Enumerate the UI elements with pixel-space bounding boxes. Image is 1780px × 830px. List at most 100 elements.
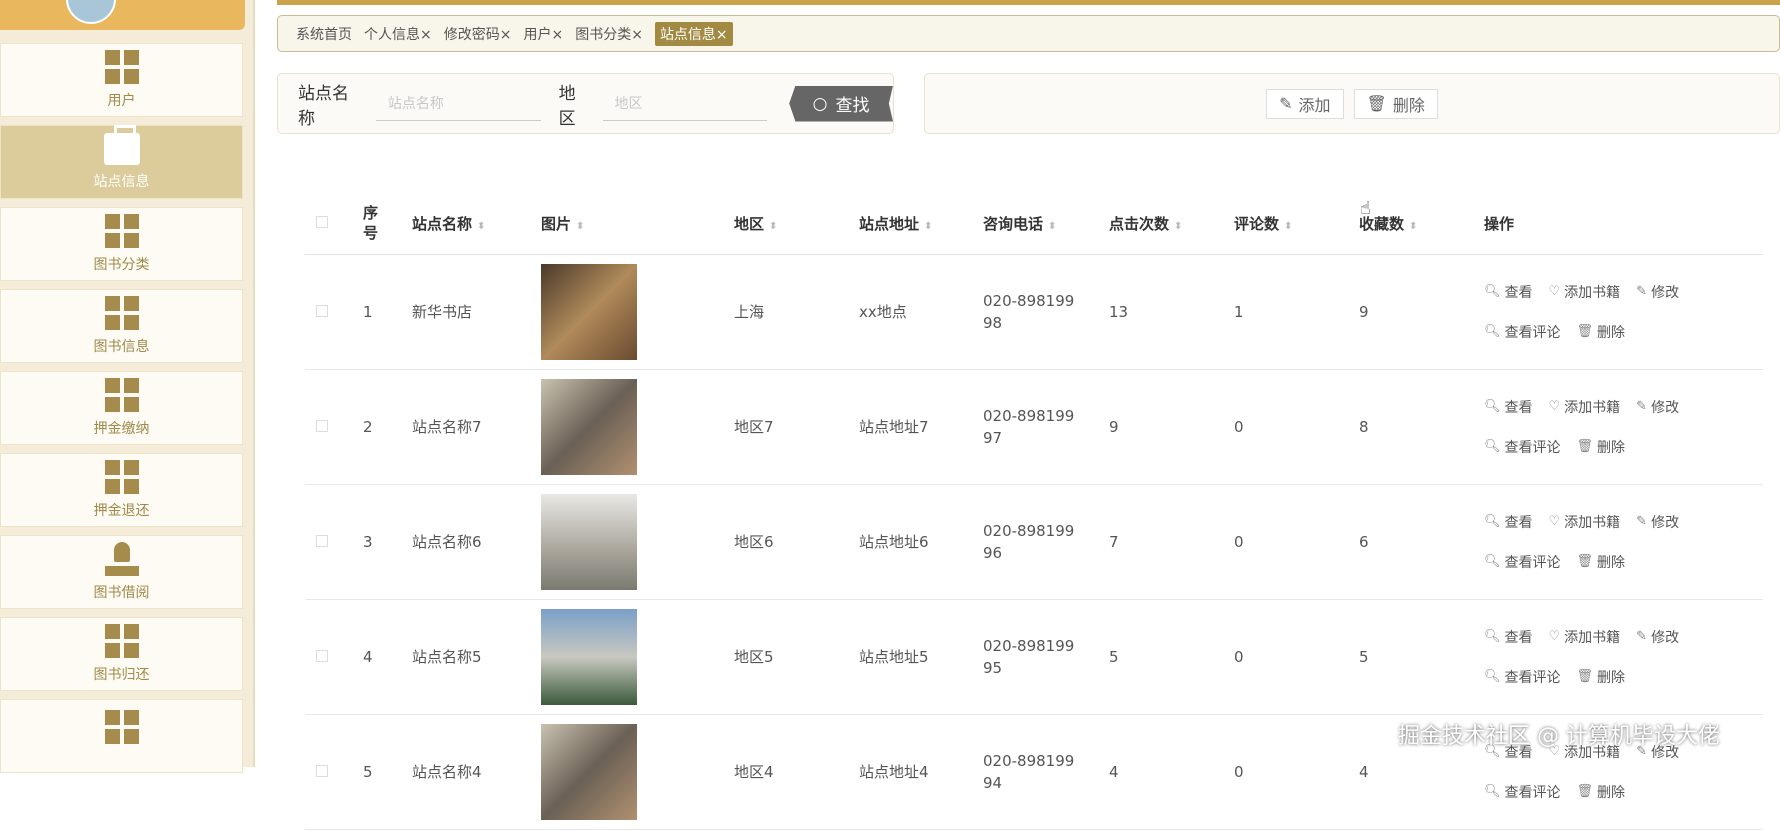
sort-icon[interactable]: ⬍	[924, 221, 932, 232]
avatar[interactable]	[66, 0, 116, 24]
grid-icon	[104, 624, 139, 658]
sidebar-item-label: 站点信息	[93, 174, 150, 190]
sort-icon[interactable]: ⬍	[1409, 221, 1417, 232]
delete-row-button[interactable]: 🗑 删除	[1577, 667, 1626, 687]
cell-no: 3	[363, 484, 412, 600]
table-row: 1 新华书店 上海 xx地点 020-89819998 13 1 9 🔍︎ 查看 ♡ 添加书籍 ✎…	[305, 254, 1763, 370]
add-books-button[interactable]: ♡ 添加书籍	[1549, 397, 1621, 417]
view-comments-button[interactable]: 🔍︎ 查看评论	[1484, 437, 1561, 457]
site-photo[interactable]	[541, 493, 637, 590]
sidebar-item[interactable]	[0, 699, 243, 773]
add-books-button[interactable]: ♡ 添加书籍	[1549, 512, 1621, 532]
grid-icon	[104, 460, 139, 494]
site-photo[interactable]	[541, 263, 637, 360]
sidebar-item[interactable]: 图书信息	[0, 289, 243, 363]
cell-address: 站点地址6	[859, 484, 983, 600]
edit-button[interactable]: ✎ 修改	[1636, 282, 1679, 302]
sort-icon[interactable]: ⬍	[576, 221, 584, 232]
tab[interactable]: 修改密码×	[444, 24, 512, 44]
sidebar-item[interactable]: 用户	[0, 43, 243, 117]
sidebar-item[interactable]: 图书借阅	[0, 535, 243, 609]
row-checkbox[interactable]	[316, 304, 328, 317]
grid-icon	[104, 214, 139, 248]
site-photo[interactable]	[541, 378, 637, 475]
cell-no: 5	[363, 714, 412, 830]
column-header[interactable]: 点击次数 ⬍	[1109, 193, 1234, 255]
sidebar-item[interactable]: 图书归还	[0, 617, 243, 691]
cell-clicks: 13	[1109, 254, 1234, 370]
cell-phone: 020-89819994	[983, 714, 1109, 830]
column-header[interactable]: 图片 ⬍	[541, 193, 734, 255]
delete-row-button[interactable]: 🗑 删除	[1577, 782, 1626, 802]
add-books-button[interactable]: ♡ 添加书籍	[1549, 282, 1621, 302]
op-label: 删除	[1597, 669, 1626, 686]
column-label: 图片	[541, 214, 572, 233]
sort-icon[interactable]: ⬍	[769, 221, 777, 232]
table-row: 4 站点名称5 地区5 站点地址5 020-89819995 5 0 5 🔍︎ 查看 ♡ 添加书籍…	[305, 599, 1763, 715]
cell-clicks: 7	[1109, 484, 1234, 600]
sidebar-item[interactable]: 图书分类	[0, 207, 243, 281]
sidebar-item[interactable]: 押金缴纳	[0, 371, 243, 445]
cell-no: 2	[363, 369, 412, 485]
tab[interactable]: 系统首页	[296, 24, 352, 44]
add-button[interactable]: ✎ 添加	[1266, 88, 1344, 119]
row-checkbox[interactable]	[316, 649, 328, 662]
view-comments-button[interactable]: 🔍︎ 查看评论	[1484, 552, 1561, 572]
phone-text: 020-89819995	[983, 636, 1075, 677]
row-checkbox[interactable]	[316, 764, 328, 777]
column-header[interactable]: 站点名称 ⬍	[412, 193, 541, 255]
tab[interactable]: 用户×	[523, 24, 563, 44]
op-label: 修改	[1651, 284, 1680, 301]
tab[interactable]: 站点信息×	[654, 21, 733, 46]
row-checkbox[interactable]	[316, 534, 328, 547]
region-search-input[interactable]: 地区	[602, 87, 768, 121]
stamp-icon	[104, 542, 139, 576]
sidebar-item[interactable]: 站点信息	[0, 125, 243, 199]
phone-text: 020-89819997	[983, 406, 1075, 447]
cell-address: xx地点	[859, 254, 983, 370]
view-button[interactable]: 🔍︎ 查看	[1484, 627, 1533, 647]
find-button[interactable]: ○ 查找	[789, 85, 893, 122]
add-books-button[interactable]: ♡ 添加书籍	[1549, 627, 1621, 647]
view-button[interactable]: 🔍︎ 查看	[1484, 512, 1533, 532]
column-header[interactable]: 地区 ⬍	[734, 193, 859, 255]
name-search-input[interactable]: 站点名称	[375, 87, 541, 121]
edit-icon: ✎	[1636, 629, 1648, 644]
delete-row-button[interactable]: 🗑 删除	[1577, 552, 1626, 572]
sidebar-item[interactable]: 押金退还	[0, 453, 243, 527]
column-header[interactable]: 咨询电话 ⬍	[983, 193, 1109, 255]
site-photo[interactable]	[541, 608, 637, 705]
view-comments-button[interactable]: 🔍︎ 查看评论	[1484, 667, 1561, 687]
cell-name: 站点名称5	[412, 599, 541, 715]
sort-icon[interactable]: ⬍	[1048, 221, 1056, 232]
cell-region: 地区6	[734, 484, 859, 600]
site-photo[interactable]	[541, 723, 637, 820]
op-label: 查看	[1504, 629, 1533, 646]
column-header[interactable]: 评论数 ⬍	[1234, 193, 1359, 255]
delete-button[interactable]: 🗑 删除	[1353, 88, 1438, 119]
tab[interactable]: 个人信息×	[364, 24, 432, 44]
view-comments-button[interactable]: 🔍︎ 查看评论	[1484, 782, 1561, 802]
edit-button[interactable]: ✎ 修改	[1636, 512, 1679, 532]
heart-icon: ♡	[1548, 399, 1561, 414]
view-button[interactable]: 🔍︎ 查看	[1484, 397, 1533, 417]
edit-button[interactable]: ✎ 修改	[1636, 627, 1679, 647]
edit-button[interactable]: ✎ 修改	[1636, 397, 1679, 417]
delete-row-button[interactable]: 🗑 删除	[1577, 322, 1626, 342]
tab[interactable]: 图书分类×	[575, 24, 643, 44]
sort-icon[interactable]: ⬍	[1174, 221, 1182, 232]
select-all-checkbox[interactable]	[316, 216, 328, 229]
cell-clicks: 4	[1109, 714, 1234, 830]
sidebar: 用户站点信息图书分类图书信息押金缴纳押金退还图书借阅图书归还	[0, 0, 255, 773]
sort-icon[interactable]: ⬍	[1284, 221, 1292, 232]
grid-icon	[104, 296, 139, 330]
delete-row-button[interactable]: 🗑 删除	[1577, 437, 1626, 457]
row-checkbox[interactable]	[316, 419, 328, 432]
magnifier-icon: 🔍︎	[1484, 629, 1501, 644]
sort-icon[interactable]: ⬍	[477, 221, 485, 232]
op-label: 删除	[1597, 324, 1626, 341]
column-header[interactable]: 收藏数 ⬍	[1359, 193, 1484, 255]
column-header[interactable]: 站点地址 ⬍	[859, 193, 983, 255]
view-comments-button[interactable]: 🔍︎ 查看评论	[1484, 322, 1561, 342]
view-button[interactable]: 🔍︎ 查看	[1484, 282, 1533, 302]
